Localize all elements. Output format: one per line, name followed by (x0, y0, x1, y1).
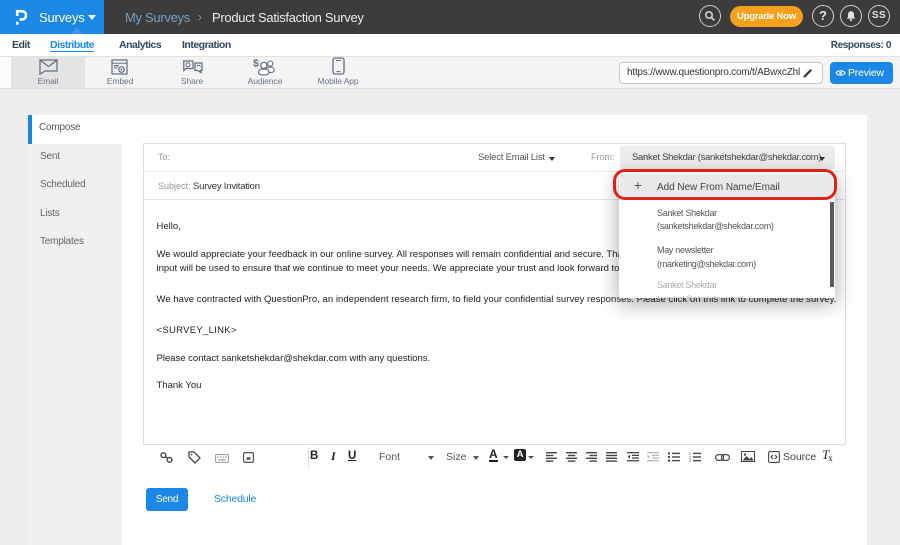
svg-text:$: $ (253, 58, 259, 70)
svg-text:3: 3 (689, 459, 691, 462)
